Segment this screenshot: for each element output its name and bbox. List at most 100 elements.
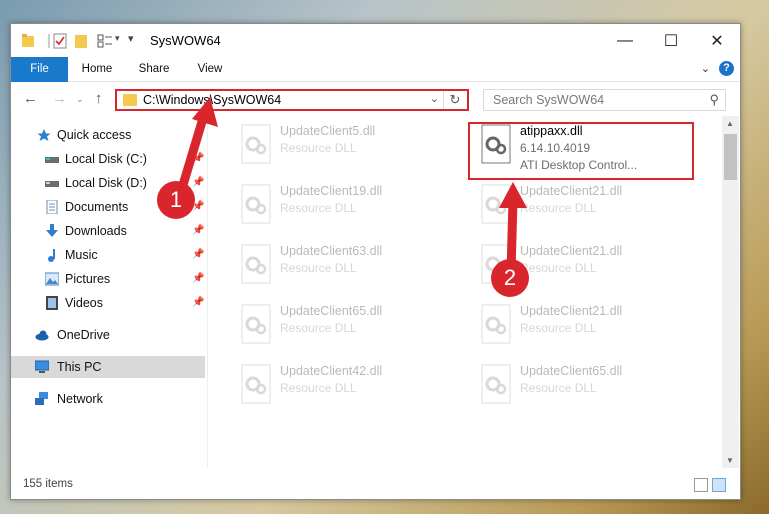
step-badge-2: 2 bbox=[491, 259, 529, 297]
cloud-icon bbox=[35, 330, 49, 341]
dll-file-icon bbox=[241, 184, 271, 224]
dll-file-icon bbox=[241, 124, 271, 164]
up-icon[interactable]: ↑ bbox=[95, 90, 103, 107]
folder-icon bbox=[123, 94, 137, 106]
recent-locations-icon[interactable]: ⌄ bbox=[76, 94, 84, 105]
dll-file-icon bbox=[481, 304, 511, 344]
highlight-box bbox=[468, 122, 694, 180]
sidebar-item-label: Local Disk (C:) bbox=[65, 152, 147, 166]
file-item[interactable]: UpdateClient65.dll Resource DLL bbox=[470, 360, 690, 416]
properties-icon[interactable] bbox=[53, 33, 67, 49]
file-item[interactable]: UpdateClient65.dll Resource DLL bbox=[230, 300, 450, 356]
forward-icon[interactable]: → bbox=[52, 90, 67, 107]
file-type: Resource DLL bbox=[520, 381, 597, 395]
chevron-down-icon[interactable]: ▾ bbox=[115, 33, 120, 44]
refresh-icon[interactable]: ↻ bbox=[443, 91, 466, 109]
file-item[interactable]: UpdateClient19.dll Resource DLL bbox=[230, 180, 450, 236]
file-name: UpdateClient65.dll bbox=[280, 304, 383, 318]
file-name: UpdateClient21.dll bbox=[520, 184, 623, 198]
sidebar-item-label: This PC bbox=[57, 360, 102, 374]
sidebar-item-label: Network bbox=[57, 392, 103, 406]
drive-icon bbox=[45, 157, 59, 163]
explorer-window: ▾ ▾ SysWOW64 — ☐ ✕ File Home Share View … bbox=[10, 23, 741, 500]
computer-icon bbox=[35, 360, 49, 373]
pin-icon: 📌 bbox=[192, 225, 205, 236]
file-name: UpdateClient63.dll bbox=[280, 244, 383, 258]
music-icon bbox=[48, 249, 55, 262]
file-type: Resource DLL bbox=[280, 381, 357, 395]
item-count: 155 items bbox=[23, 478, 73, 490]
pin-icon: 📌 bbox=[192, 249, 205, 260]
file-name: UpdateClient65.dll bbox=[520, 364, 623, 378]
file-name: UpdateClient19.dll bbox=[280, 184, 383, 198]
sidebar-item-label: Videos bbox=[65, 296, 103, 310]
tab-view[interactable]: View bbox=[187, 57, 233, 81]
sidebar-item-label: Documents bbox=[65, 200, 129, 214]
sidebar-item-videos[interactable]: Videos 📌 bbox=[11, 292, 205, 314]
address-row: ← → ⌄ ↑ C:\Windows\SysWOW64 ⌄ ↻ Search S… bbox=[11, 82, 740, 116]
details-view-icon[interactable] bbox=[694, 478, 708, 492]
sidebar-item-onedrive[interactable]: OneDrive bbox=[11, 324, 205, 346]
title-bar: ▾ ▾ SysWOW64 — ☐ ✕ bbox=[11, 24, 740, 57]
back-icon[interactable]: ← bbox=[23, 90, 38, 107]
sidebar-item-label: Quick access bbox=[57, 128, 132, 142]
pictures-icon bbox=[45, 272, 59, 286]
file-item[interactable]: UpdateClient63.dll Resource DLL bbox=[230, 240, 450, 296]
sidebar-item-label: Pictures bbox=[65, 272, 111, 286]
sidebar-item-this-pc[interactable]: This PC bbox=[11, 356, 205, 378]
sidebar-item-music[interactable]: Music 📌 bbox=[11, 244, 205, 266]
sidebar-item-pictures[interactable]: Pictures 📌 bbox=[11, 268, 205, 290]
minimize-button[interactable]: — bbox=[602, 24, 648, 57]
sidebar-item-network[interactable]: Network bbox=[11, 388, 205, 410]
drive-icon bbox=[45, 181, 59, 187]
scroll-up-icon[interactable]: ▲ bbox=[726, 119, 734, 128]
sidebar-item-label: OneDrive bbox=[57, 328, 110, 342]
file-name: UpdateClient21.dll bbox=[520, 244, 623, 258]
scrollbar-thumb[interactable] bbox=[724, 134, 737, 180]
tab-share[interactable]: Share bbox=[131, 57, 177, 81]
file-name: UpdateClient5.dll bbox=[280, 124, 376, 138]
expand-ribbon-icon[interactable]: ⌄ bbox=[701, 62, 710, 75]
dll-file-icon bbox=[241, 364, 271, 404]
star-icon bbox=[37, 129, 51, 141]
file-item[interactable]: UpdateClient5.dll Resource DLL bbox=[230, 120, 450, 176]
file-type: Resource DLL bbox=[280, 261, 357, 275]
status-bar: 155 items bbox=[11, 474, 740, 498]
sidebar-item-downloads[interactable]: Downloads 📌 bbox=[11, 220, 205, 242]
vertical-scrollbar[interactable]: ▲ ▼ bbox=[722, 116, 739, 468]
documents-icon bbox=[46, 200, 58, 214]
file-type: Resource DLL bbox=[280, 141, 357, 155]
ribbon-tabs: File Home Share View ⌄ ? bbox=[11, 57, 740, 113]
file-item[interactable]: UpdateClient42.dll Resource DLL bbox=[230, 360, 450, 416]
file-name: UpdateClient42.dll bbox=[280, 364, 383, 378]
scroll-down-icon[interactable]: ▼ bbox=[726, 456, 734, 465]
download-icon bbox=[46, 224, 58, 237]
search-input[interactable]: Search SysWOW64 ⚲ bbox=[483, 89, 726, 111]
file-type: Resource DLL bbox=[520, 321, 597, 335]
large-icons-view-icon[interactable] bbox=[712, 478, 726, 492]
close-button[interactable]: ✕ bbox=[694, 24, 740, 57]
tab-home[interactable]: Home bbox=[73, 57, 121, 81]
window-title: SysWOW64 bbox=[150, 33, 221, 48]
file-name: UpdateClient21.dll bbox=[520, 304, 623, 318]
customize-toolbar-icon[interactable]: ▾ bbox=[128, 32, 134, 45]
file-item[interactable]: UpdateClient21.dll Resource DLL bbox=[470, 300, 690, 356]
network-icon bbox=[35, 392, 48, 405]
step-badge-1: 1 bbox=[157, 181, 195, 219]
file-type: Resource DLL bbox=[280, 321, 357, 335]
chevron-down-icon[interactable]: ⌄ bbox=[430, 92, 439, 105]
help-icon[interactable]: ? bbox=[719, 61, 734, 76]
videos-icon bbox=[46, 296, 58, 310]
pin-icon: 📌 bbox=[192, 297, 205, 308]
sidebar-item-label: Downloads bbox=[65, 224, 127, 238]
dll-file-icon bbox=[481, 364, 511, 404]
search-icon[interactable]: ⚲ bbox=[709, 92, 719, 108]
dll-file-icon bbox=[241, 304, 271, 344]
dll-file-icon bbox=[241, 244, 271, 284]
pin-icon: 📌 bbox=[192, 273, 205, 284]
view-options-icon[interactable] bbox=[97, 33, 113, 49]
sidebar-item-label: Local Disk (D:) bbox=[65, 176, 147, 190]
maximize-button[interactable]: ☐ bbox=[648, 24, 694, 57]
folder-icon[interactable] bbox=[21, 33, 35, 49]
new-folder-icon[interactable] bbox=[74, 33, 88, 49]
